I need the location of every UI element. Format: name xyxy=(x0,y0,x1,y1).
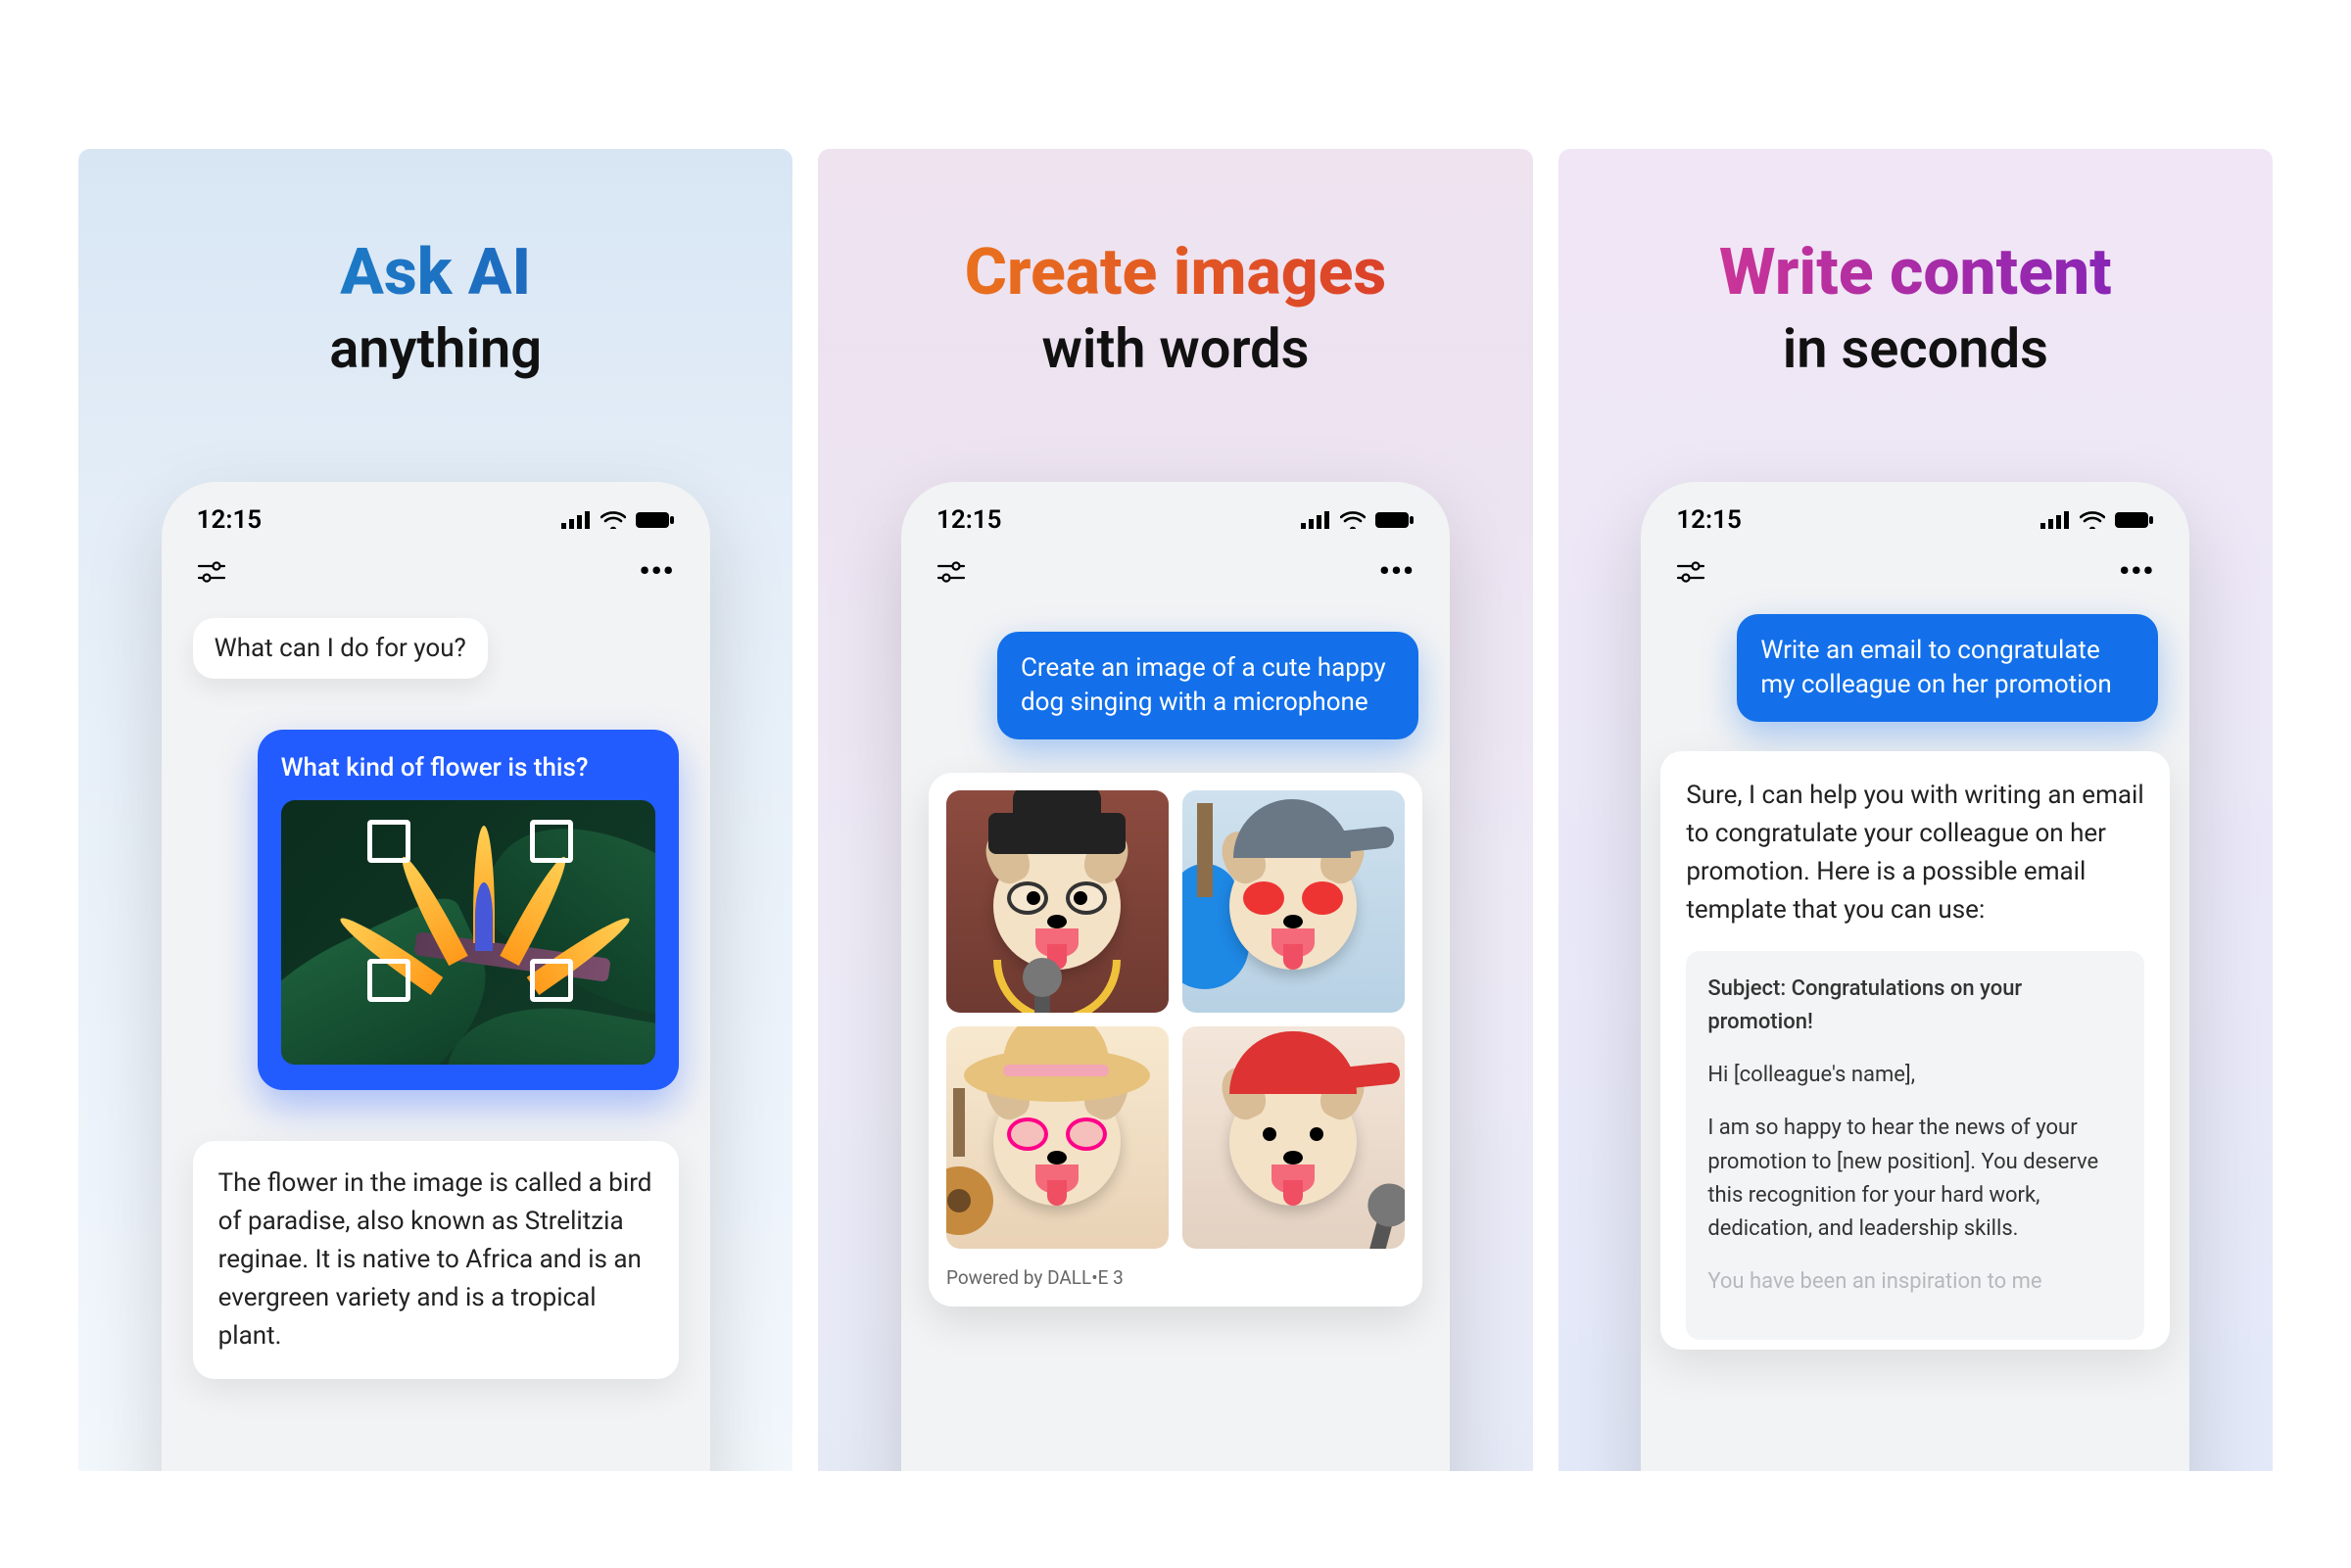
image-generator-caption: Powered by DALL•E 3 xyxy=(946,1266,1405,1289)
email-body-2: You have been an inspiration to me xyxy=(1707,1265,2123,1299)
battery-icon xyxy=(2115,511,2154,529)
wifi-icon xyxy=(2080,511,2105,529)
generated-image-1[interactable] xyxy=(946,790,1169,1013)
heading-line2: anything xyxy=(78,316,792,381)
email-body-1: I am so happy to hear the news of your p… xyxy=(1707,1112,2123,1245)
email-template-box: Subject: Congratulations on your promoti… xyxy=(1686,951,2144,1340)
generated-image-2[interactable] xyxy=(1182,790,1405,1013)
email-subject: Subject: Congratulations on your promoti… xyxy=(1707,973,2123,1039)
heading-line1: Write content xyxy=(1559,235,2273,310)
user-prompt-bubble: Create an image of a cute happy dog sing… xyxy=(997,632,1418,739)
settings-sliders-icon[interactable] xyxy=(936,560,966,584)
assistant-reply-card: Sure, I can help you with writing an ema… xyxy=(1660,751,2170,1350)
more-options-icon[interactable]: ••• xyxy=(639,554,674,589)
status-icons xyxy=(2040,511,2154,529)
status-bar: 12:15 xyxy=(1641,482,2189,545)
heading-line1: Ask AI xyxy=(78,235,792,310)
phone-toolbar: ••• xyxy=(162,545,710,602)
settings-sliders-icon[interactable] xyxy=(197,560,226,584)
battery-icon xyxy=(636,511,675,529)
battery-icon xyxy=(1375,511,1415,529)
assistant-answer-bubble: The flower in the image is called a bird… xyxy=(193,1141,679,1379)
cellular-signal-icon xyxy=(1301,511,1330,529)
status-time: 12:15 xyxy=(936,505,1002,535)
wifi-icon xyxy=(600,511,626,529)
status-icons xyxy=(1301,511,1415,529)
user-message-card: What kind of flower is this? xyxy=(258,730,679,1090)
settings-sliders-icon[interactable] xyxy=(1676,560,1705,584)
heading-line1: Create images xyxy=(818,235,1532,310)
status-bar: 12:15 xyxy=(162,482,710,545)
assistant-reply-intro: Sure, I can help you with writing an ema… xyxy=(1686,777,2144,929)
panel-ask-ai: Ask AI anything 12:15 xyxy=(78,149,792,1471)
phone-mockup-3: 12:15 ••• Write an email to congratulate… xyxy=(1641,482,2189,1471)
panel-create-images: Create images with words 12:15 ••• xyxy=(818,149,1532,1471)
status-time: 12:15 xyxy=(1676,505,1742,535)
assistant-greeting-bubble: What can I do for you? xyxy=(193,618,488,679)
phone-mockup-2: 12:15 ••• Create an image of a cute happ… xyxy=(901,482,1450,1471)
status-bar: 12:15 xyxy=(901,482,1450,545)
user-prompt-bubble: Write an email to congratulate my collea… xyxy=(1737,614,2158,722)
wifi-icon xyxy=(1340,511,1366,529)
panel-write-content: Write content in seconds 12:15 ••• xyxy=(1559,149,2273,1471)
heading-write-content: Write content in seconds xyxy=(1559,235,2273,381)
phone-mockup-1: 12:15 xyxy=(162,482,710,1471)
generated-images-card: Powered by DALL•E 3 xyxy=(929,773,1422,1307)
generated-image-3[interactable] xyxy=(946,1026,1169,1249)
heading-create-images: Create images with words xyxy=(818,235,1532,381)
phone-toolbar: ••• xyxy=(1641,545,2189,602)
heading-ask-ai: Ask AI anything xyxy=(78,235,792,381)
generated-image-4[interactable] xyxy=(1182,1026,1405,1249)
status-icons xyxy=(561,511,675,529)
attached-flower-image[interactable] xyxy=(281,800,655,1065)
status-time: 12:15 xyxy=(197,505,263,535)
cellular-signal-icon xyxy=(2040,511,2070,529)
heading-line2: in seconds xyxy=(1559,316,2273,381)
heading-line2: with words xyxy=(818,316,1532,381)
phone-toolbar: ••• xyxy=(901,545,1450,602)
user-question-text: What kind of flower is this? xyxy=(281,753,655,783)
email-greeting: Hi [colleague's name], xyxy=(1707,1059,2123,1092)
more-options-icon[interactable]: ••• xyxy=(1379,554,1415,589)
more-options-icon[interactable]: ••• xyxy=(2119,554,2154,589)
cellular-signal-icon xyxy=(561,511,591,529)
